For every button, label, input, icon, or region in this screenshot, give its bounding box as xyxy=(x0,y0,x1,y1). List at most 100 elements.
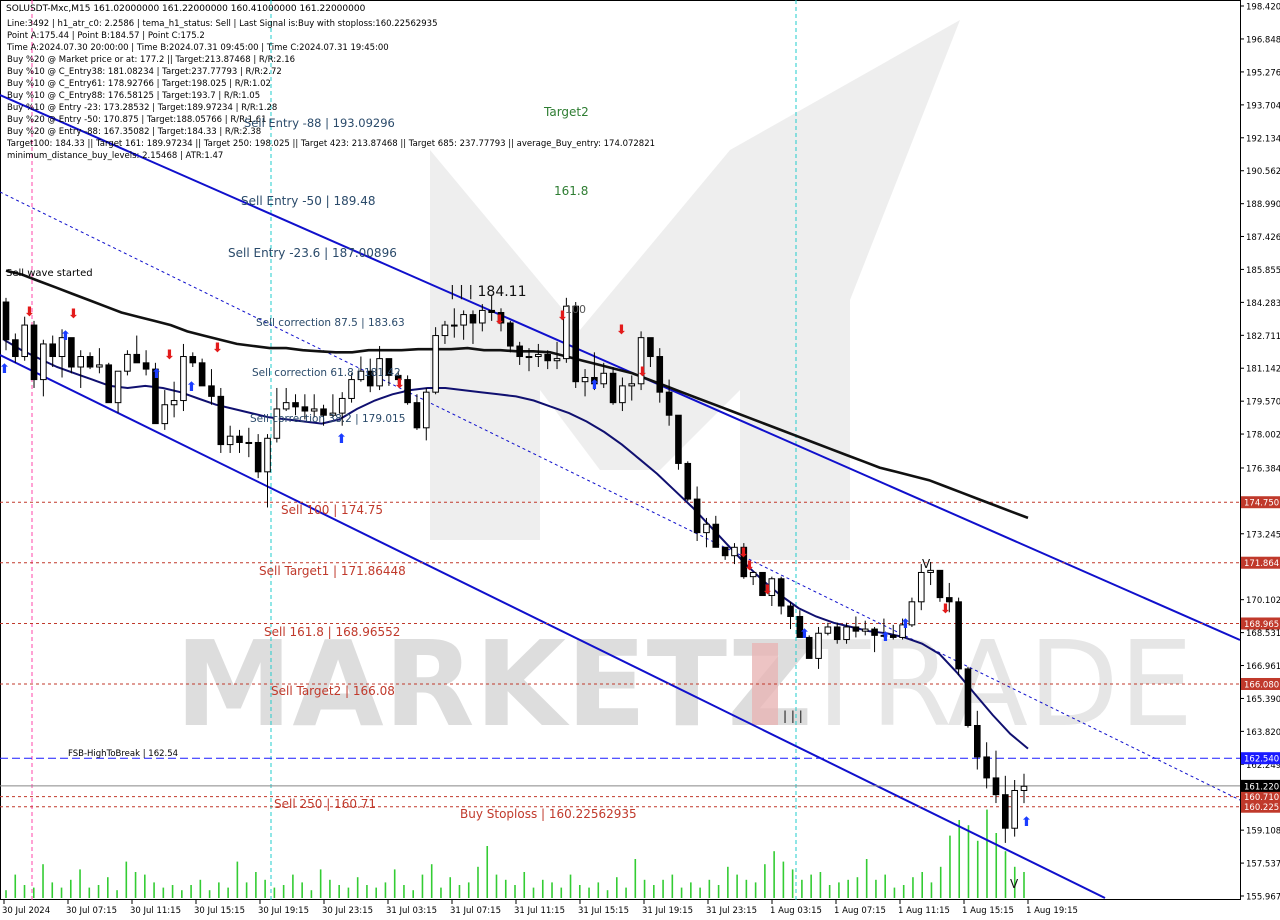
candle xyxy=(675,414,682,470)
candle-body xyxy=(628,383,636,387)
candle-body xyxy=(236,435,243,443)
y-tick-label: 178.002 xyxy=(1246,431,1280,441)
candle-body xyxy=(338,397,346,414)
candle-body xyxy=(1011,789,1018,829)
candle-body xyxy=(2,301,10,341)
candle-body xyxy=(264,437,271,473)
level-label: Sell 100 | 174.75 xyxy=(281,503,383,517)
buy-arrow-icon: ⬆ xyxy=(900,617,911,632)
candle-body xyxy=(572,305,580,383)
candle-body xyxy=(721,546,729,557)
buy-arrow-icon: ⬆ xyxy=(589,378,600,393)
candle-body xyxy=(731,546,738,557)
annotation-label: Sell correction 87.5 | 183.63 xyxy=(256,317,405,329)
level-label: FSB-HighToBreak | 162.54 xyxy=(68,749,178,759)
candle-body xyxy=(12,339,19,358)
y-tick-label: 192.134 xyxy=(1246,134,1280,144)
candle-body xyxy=(413,402,421,429)
candle-body xyxy=(609,372,617,404)
candle xyxy=(124,350,131,376)
candle-body xyxy=(469,314,477,324)
y-tick-label: 196.848 xyxy=(1246,35,1280,45)
chart-root: MARKETZ TRADE ⬇ ⬇ ⬇ ⬇ ⬇ ⬇ ⬇ ⬇ ⬇ ⬇ ⬇ ⬇ ⬇ ⬆ ⬆ ⬆ ⬆ ⬆ ⬆ ⬆ ⬆ ⬆ ⬆ SOLU… xyxy=(0,0,1280,920)
candle-body xyxy=(292,402,299,408)
sell-arrow-icon: ⬇ xyxy=(68,307,79,322)
candle-body xyxy=(955,601,962,670)
chart-svg: MARKETZTRADE ⬇ ⬇⬇ ⬇⬇⬇ ⬇⬇⬇⬇⬇⬇⬇⬆⬆⬆⬆⬆⬆⬆ ⬆⬆⬆SOLU… xyxy=(0,0,1280,920)
y-tick-label: 165.390 xyxy=(1246,695,1280,705)
candle-body xyxy=(96,364,103,368)
candle-body xyxy=(712,523,720,548)
candle-body xyxy=(843,626,850,641)
y-tick-label: 188.990 xyxy=(1246,200,1280,210)
x-tick-label: 31 Jul 19:15 xyxy=(642,906,693,916)
candle xyxy=(432,327,439,395)
candle-body xyxy=(600,372,608,385)
y-tick-label: 176.384 xyxy=(1246,464,1280,474)
y-tick-label: 166.961 xyxy=(1246,662,1280,672)
level-label: Sell Target1 | 171.86448 xyxy=(259,564,406,578)
candle-body xyxy=(525,356,533,359)
info-line: minimum_distance_buy_levels: 2.15468 | A… xyxy=(7,151,223,161)
candle-body xyxy=(460,314,467,326)
annotation-label: V xyxy=(1010,877,1019,891)
y-tick-label: 185.855 xyxy=(1246,266,1280,276)
candle-body xyxy=(105,364,113,404)
candle-body xyxy=(815,632,822,659)
x-tick-label: 30 Jul 2024 xyxy=(2,906,50,916)
candle-body xyxy=(254,441,262,473)
buy-arrow-icon: ⬆ xyxy=(0,362,10,377)
current-price-tag-label: 161.220 xyxy=(1244,782,1279,792)
buy-arrow-icon: ⬆ xyxy=(151,367,162,382)
candle-body xyxy=(861,628,869,632)
y-tick-label: 157.537 xyxy=(1246,860,1280,870)
info-line: Buy %20 @ Market price or at: 177.2 || T… xyxy=(7,55,295,65)
buy-arrow-icon: ⬆ xyxy=(186,380,197,395)
candle-body xyxy=(787,605,794,617)
level-tag-label: 168.965 xyxy=(1244,620,1279,630)
x-tick-label: 31 Jul 03:15 xyxy=(386,906,437,916)
candle-body xyxy=(348,379,355,399)
candle-body xyxy=(86,356,94,368)
annotation-label: | | | 184.11 xyxy=(450,284,527,300)
candle-body xyxy=(889,634,897,638)
candle-body xyxy=(553,358,561,362)
y-tick-label: 170.102 xyxy=(1246,596,1280,606)
x-tick-label: 1 Aug 03:15 xyxy=(770,906,822,916)
x-tick-label: 1 Aug 19:15 xyxy=(1026,906,1078,916)
candle-body xyxy=(871,628,878,636)
candle-body xyxy=(142,362,150,370)
annotation-label: 161.8 xyxy=(554,184,588,198)
candle-body xyxy=(310,408,318,412)
x-tick-label: 31 Jul 07:15 xyxy=(450,906,501,916)
candle xyxy=(936,569,944,602)
level-tag-label: 160.225 xyxy=(1244,803,1279,813)
y-tick-label: 187.426 xyxy=(1246,233,1280,243)
candle-body xyxy=(777,578,785,607)
level-label: Sell 250 | 160.71 xyxy=(274,797,376,811)
y-tick-label: 198.420 xyxy=(1246,3,1280,13)
candle-body xyxy=(964,668,972,726)
sell-arrow-icon: ⬇ xyxy=(394,377,405,392)
candle-body xyxy=(917,571,925,603)
y-tick-label: 193.704 xyxy=(1246,101,1280,111)
candle-body xyxy=(693,498,701,534)
candle-body xyxy=(198,362,206,387)
candle-body xyxy=(656,356,664,393)
sell-arrow-icon: ⬇ xyxy=(616,323,627,338)
candle xyxy=(684,461,692,502)
info-line: Point A:175.44 | Point B:184.57 | Point … xyxy=(7,31,205,41)
candle-body xyxy=(619,385,626,404)
annotation-label: 100 xyxy=(565,303,586,316)
candle-body xyxy=(189,356,197,364)
candle-body xyxy=(675,414,682,464)
candle-body xyxy=(441,324,449,337)
candle xyxy=(955,597,962,676)
sell-arrow-icon: ⬇ xyxy=(940,602,951,617)
candle-body xyxy=(1002,794,1009,829)
sell-arrow-icon: ⬇ xyxy=(744,559,755,574)
y-tick-label: 155.967 xyxy=(1246,893,1280,903)
candle-body xyxy=(450,324,458,327)
candle-body xyxy=(581,376,589,383)
candle-body xyxy=(208,385,215,397)
